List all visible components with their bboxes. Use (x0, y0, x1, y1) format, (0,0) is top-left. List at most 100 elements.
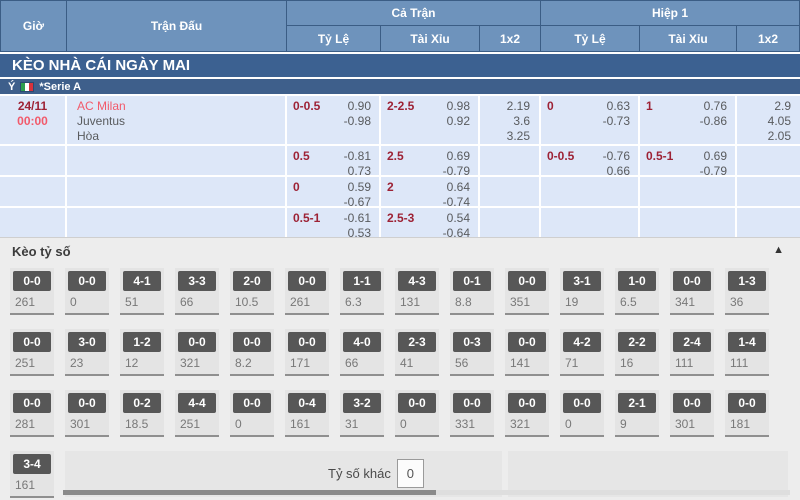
odds-value[interactable]: -0.73 (603, 114, 630, 129)
ft-overunder-cell[interactable]: 2 0.64-0.74 (381, 177, 480, 206)
score-chip[interactable]: 3-3 (178, 271, 216, 291)
h1-handicap-cell[interactable]: 0 0.63-0.73 (541, 96, 640, 144)
score-chip[interactable]: 3-0 (68, 332, 106, 352)
odds-value[interactable]: 0.69 (704, 149, 727, 164)
odds-value[interactable]: 0.98 (447, 99, 470, 114)
odds-value[interactable]: 4.05 (768, 114, 791, 129)
odds-value[interactable]: 0.54 (447, 211, 470, 226)
score-chip[interactable]: 1-2 (123, 332, 161, 352)
score-cell[interactable]: 1-16.3 (340, 268, 384, 315)
score-cell[interactable]: 2-341 (395, 329, 439, 376)
score-chip[interactable]: 3-1 (563, 271, 601, 291)
score-cell[interactable]: 0-0351 (505, 268, 549, 315)
odds-value[interactable]: 2.19 (507, 99, 530, 114)
score-chip[interactable]: 0-0 (233, 393, 271, 413)
score-chip[interactable]: 0-0 (453, 393, 491, 413)
score-chip[interactable]: 4-2 (563, 332, 601, 352)
odds-value[interactable]: -0.86 (700, 114, 727, 129)
score-cell[interactable]: 3-4161 (10, 451, 54, 498)
score-chip[interactable]: 0-0 (13, 393, 51, 413)
score-cell[interactable]: 4-066 (340, 329, 384, 376)
score-chip[interactable]: 0-0 (563, 393, 601, 413)
score-cell[interactable]: 2-010.5 (230, 268, 274, 315)
collapse-icon[interactable]: ▲ (773, 244, 784, 256)
scrollbar-thumb[interactable] (63, 490, 436, 495)
score-chip[interactable]: 0-0 (508, 393, 546, 413)
score-cell[interactable]: 0-0141 (505, 329, 549, 376)
score-cell[interactable]: 4-151 (120, 268, 164, 315)
ft-handicap-cell[interactable]: 0.5-1 -0.610.53 (287, 208, 381, 237)
odds-value[interactable]: 3.6 (513, 114, 530, 129)
odds-value[interactable]: 0.64 (447, 180, 470, 195)
score-chip[interactable]: 0-0 (398, 393, 436, 413)
score-chip[interactable]: 4-0 (343, 332, 381, 352)
h1-1x2-cell[interactable]: 2.94.052.05 (737, 96, 800, 144)
score-cell[interactable]: 1-06.5 (615, 268, 659, 315)
score-cell[interactable]: 0-4161 (285, 390, 329, 437)
score-cell[interactable]: 4-4251 (175, 390, 219, 437)
h1-overunder-cell[interactable]: 0.5-1 0.69-0.79 (640, 146, 737, 175)
score-chip[interactable]: 2-1 (618, 393, 656, 413)
score-chip[interactable]: 0-0 (13, 332, 51, 352)
score-cell[interactable]: 0-218.5 (120, 390, 164, 437)
score-chip[interactable]: 0-0 (68, 271, 106, 291)
h1-overunder-cell[interactable]: 1 0.76-0.86 (640, 96, 737, 144)
score-cell[interactable]: 0-0301 (65, 390, 109, 437)
score-cell[interactable]: 0-0261 (10, 268, 54, 315)
score-chip[interactable]: 1-1 (343, 271, 381, 291)
odds-value[interactable]: 2.05 (768, 129, 791, 144)
score-cell[interactable]: 4-3131 (395, 268, 439, 315)
ft-overunder-cell[interactable]: 2.5-3 0.54-0.64 (381, 208, 480, 237)
odds-value[interactable]: -0.81 (344, 149, 371, 164)
score-cell[interactable]: 3-231 (340, 390, 384, 437)
odds-value[interactable]: -0.61 (344, 211, 371, 226)
odds-value[interactable]: 0.59 (348, 180, 371, 195)
score-cell[interactable]: 0-0321 (505, 390, 549, 437)
score-chip[interactable]: 1-0 (618, 271, 656, 291)
ft-handicap-cell[interactable]: 0.5 -0.810.73 (287, 146, 381, 175)
score-chip[interactable]: 0-2 (123, 393, 161, 413)
odds-value[interactable]: 3.25 (507, 129, 530, 144)
score-chip[interactable]: 3-4 (13, 454, 51, 474)
score-chip[interactable]: 4-4 (178, 393, 216, 413)
score-chip[interactable]: 0-0 (508, 271, 546, 291)
ft-1x2-cell[interactable]: 2.193.63.25 (480, 96, 541, 144)
score-cell[interactable]: 2-19 (615, 390, 659, 437)
ft-handicap-cell[interactable]: 0 0.59-0.67 (287, 177, 381, 206)
score-cell[interactable]: 0-00 (65, 268, 109, 315)
odds-value[interactable]: 0.76 (704, 99, 727, 114)
score-cell[interactable]: 1-336 (725, 268, 769, 315)
score-chip[interactable]: 4-3 (398, 271, 436, 291)
score-chip[interactable]: 2-0 (233, 271, 271, 291)
score-cell[interactable]: 3-366 (175, 268, 219, 315)
score-chip[interactable]: 0-1 (453, 271, 491, 291)
score-chip[interactable]: 0-0 (508, 332, 546, 352)
score-cell[interactable]: 2-216 (615, 329, 659, 376)
score-chip[interactable]: 2-2 (618, 332, 656, 352)
other-score-input[interactable] (397, 459, 424, 488)
score-cell[interactable]: 0-0171 (285, 329, 329, 376)
score-cell[interactable]: 0-00 (560, 390, 604, 437)
score-chip[interactable]: 0-0 (233, 332, 271, 352)
score-chip[interactable]: 0-4 (288, 393, 326, 413)
score-chip[interactable]: 0-0 (673, 393, 711, 413)
score-cell[interactable]: 0-0301 (670, 390, 714, 437)
odds-value[interactable]: 0.69 (447, 149, 470, 164)
score-cell[interactable]: 0-0261 (285, 268, 329, 315)
score-chip[interactable]: 2-4 (673, 332, 711, 352)
score-cell[interactable]: 0-0341 (670, 268, 714, 315)
score-chip[interactable]: 3-2 (343, 393, 381, 413)
score-cell[interactable]: 0-0251 (10, 329, 54, 376)
score-cell[interactable]: 0-00 (230, 390, 274, 437)
score-cell[interactable]: 0-0321 (175, 329, 219, 376)
odds-value[interactable]: -0.76 (603, 149, 630, 164)
odds-value[interactable]: 0.63 (607, 99, 630, 114)
ft-overunder-cell[interactable]: 2-2.5 0.980.92 (381, 96, 480, 144)
score-cell[interactable]: 0-0281 (10, 390, 54, 437)
score-chip[interactable]: 4-1 (123, 271, 161, 291)
score-cell[interactable]: 0-08.2 (230, 329, 274, 376)
score-cell[interactable]: 2-4111 (670, 329, 714, 376)
score-chip[interactable]: 0-0 (728, 393, 766, 413)
odds-value[interactable]: 2.9 (774, 99, 791, 114)
score-chip[interactable]: 0-3 (453, 332, 491, 352)
